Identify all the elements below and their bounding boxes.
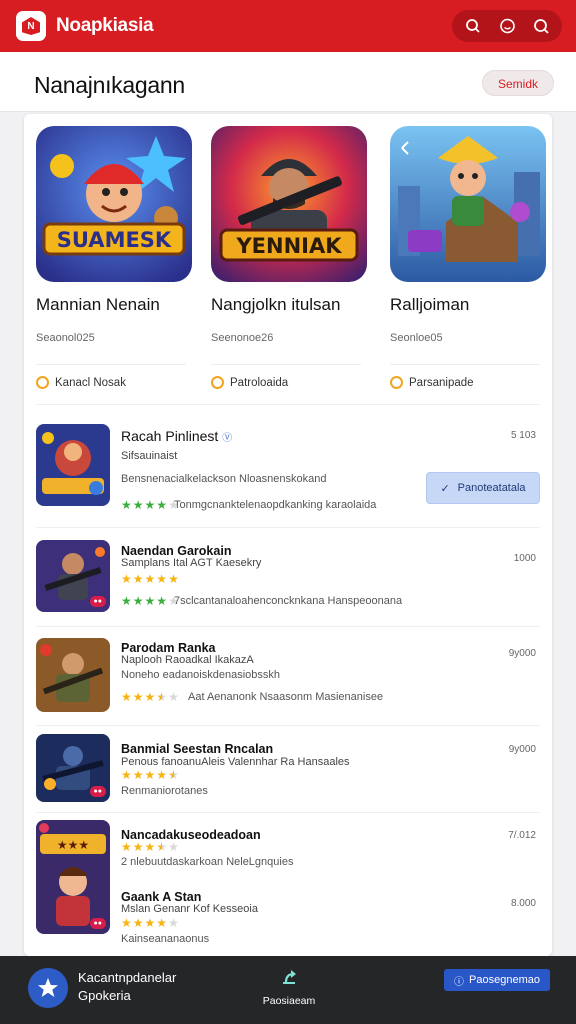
featured-name[interactable]: Ralljoiman — [390, 295, 469, 315]
star-icon — [38, 978, 58, 997]
price: 5 103 — [510, 430, 536, 441]
top-actions — [452, 10, 562, 42]
ring-icon — [211, 376, 224, 389]
app-badge: ●● — [89, 596, 106, 607]
page-title: Nanajnıkagann — [34, 72, 185, 98]
app-subtitle: Sifsauinaist — [121, 450, 178, 462]
bottom-primary-label[interactable]: Kacantnpdanelar — [78, 970, 176, 985]
svg-text:YENNIAK: YENNIAK — [235, 234, 342, 258]
svg-text:SUAMESK: SUAMESK — [57, 228, 172, 252]
share-icon — [283, 970, 296, 984]
review-text: 7sclcantanaloahenconcknkana Hanspeoonana — [174, 595, 403, 607]
featured-meta: Seenonoe26 — [211, 332, 274, 344]
featured-tag-label: Kanacl Nosak — [55, 376, 126, 389]
featured-tag[interactable]: Patroloaida — [211, 376, 288, 389]
header-action-button[interactable]: Semidk — [481, 70, 554, 96]
review-text: 2 nlebuutdaskarkoan NeleLgnquies — [121, 856, 294, 868]
review-text: Renmaniorotanes — [121, 785, 208, 797]
price: 7/.012 — [508, 830, 536, 841]
featured-tag[interactable]: Parsanipade — [390, 376, 474, 389]
app-subtitle: Samplans Ital AGT Kaesekry — [121, 557, 262, 569]
featured-tag[interactable]: Kanacl Nosak — [36, 376, 126, 389]
featured-card-art-2[interactable]: YENNIAK — [211, 126, 367, 282]
rating-stars: ★★★★★ — [121, 840, 180, 854]
rating-stars: ★★★★★ — [121, 768, 180, 782]
app-title[interactable]: Naendan Garokain — [121, 544, 231, 558]
featured-meta: Seonloe05 — [390, 332, 443, 344]
bottom-center-item[interactable]: Paosiaeam — [256, 968, 322, 1007]
check-icon: ✓ — [440, 482, 450, 495]
app-icon[interactable]: ●● — [36, 540, 110, 612]
divider — [390, 364, 540, 365]
price: 8.000 — [510, 898, 536, 909]
featured-tag-label: Patroloaida — [230, 376, 289, 389]
app-description: Bensnenacialkelackson Nloasnenskokand — [121, 473, 327, 485]
rating-stars: ★★★★★ — [121, 572, 180, 586]
divider — [36, 404, 540, 405]
divider — [36, 812, 540, 813]
app-title[interactable]: Racah Pinlinest Ⓥ — [121, 428, 232, 444]
bottom-center-label: Paosiaeam — [262, 995, 316, 1007]
featured-card-art-3[interactable] — [390, 126, 546, 282]
info-icon: ⓘ — [454, 976, 465, 988]
divider — [36, 725, 540, 726]
star-fab-button[interactable] — [28, 968, 68, 1008]
price: 9у000 — [508, 744, 536, 755]
svg-text:★★★: ★★★ — [57, 838, 89, 852]
ring-icon — [390, 376, 403, 389]
app-badge: ●● — [89, 918, 106, 929]
rating-stars-secondary: ★★★★★ — [121, 594, 180, 608]
divider — [211, 364, 361, 365]
featured-card-art-1[interactable]: SUAMESK — [36, 126, 192, 282]
verified-icon: Ⓥ — [222, 433, 233, 444]
ring-icon — [36, 376, 49, 389]
app-logo[interactable]: N — [16, 11, 46, 41]
review-text: Aat Aenanonk Nsaasonm Masienanisee — [188, 691, 384, 703]
app-title[interactable]: Gaank A Stan — [121, 890, 201, 904]
price: 9у000 — [508, 648, 536, 659]
bottom-action-button[interactable]: ⓘ Paosegnemao — [444, 969, 550, 991]
app-subtitle: Penous fanoanuAleis Valennhar Ra Hansaal… — [121, 756, 350, 768]
bottom-secondary-label: Gpokeria — [78, 988, 131, 1003]
review-text: Kainseananaonus — [121, 933, 210, 945]
featured-meta: Seaonol025 — [36, 332, 95, 344]
notifications-icon[interactable] — [526, 11, 556, 41]
page-header: Nanajnıkagann Semidk — [0, 52, 576, 112]
content-panel: SUAMESK YENNIAK Mannian Nenain Nangjolkn… — [24, 114, 552, 956]
app-badge: ●● — [89, 786, 106, 797]
price: 1000 — [513, 553, 536, 564]
app-icon[interactable] — [36, 424, 110, 506]
app-title: Noapkiasia — [56, 15, 154, 36]
app-icon[interactable]: ★★★ ●● — [36, 820, 110, 934]
app-subtitle: Naplooh Raoadkal IkakazА — [121, 654, 254, 666]
divider — [36, 527, 540, 528]
rating-stars: ★★★★★ — [121, 498, 180, 512]
divider — [36, 626, 540, 627]
rating-stars: ★★★★★ — [121, 916, 180, 930]
app-icon[interactable] — [36, 638, 110, 712]
featured-name[interactable]: Nangjolkn itulsan — [211, 295, 340, 315]
install-button[interactable]: ✓ Panoteatatala — [426, 472, 540, 504]
featured-name[interactable]: Mannian Nenain — [36, 295, 160, 315]
app-subtitle: Mslan Genanr Kof Kesseoia — [121, 903, 258, 915]
featured-tag-label: Parsanipade — [409, 376, 474, 389]
divider — [36, 364, 186, 365]
app-description: Noneho eadanoiskdenasiobsskh — [121, 669, 281, 681]
app-title[interactable]: Parodam Ranka — [121, 641, 215, 655]
bottom-bar: Kacantnpdanelar Gpokeria Paosiaeam ⓘ Pao… — [0, 956, 576, 1024]
review-text: Tonmgcnanktelenaopdkanking karaolaida — [174, 499, 377, 511]
rating-stars: ★★★★★ — [121, 690, 180, 704]
chat-icon[interactable] — [492, 11, 522, 41]
search-icon[interactable] — [458, 11, 488, 41]
app-title[interactable]: Banmial Seestan Rncalan — [121, 742, 273, 756]
app-bar: N Noapkiasia — [0, 0, 576, 52]
app-icon[interactable]: ●● — [36, 734, 110, 802]
